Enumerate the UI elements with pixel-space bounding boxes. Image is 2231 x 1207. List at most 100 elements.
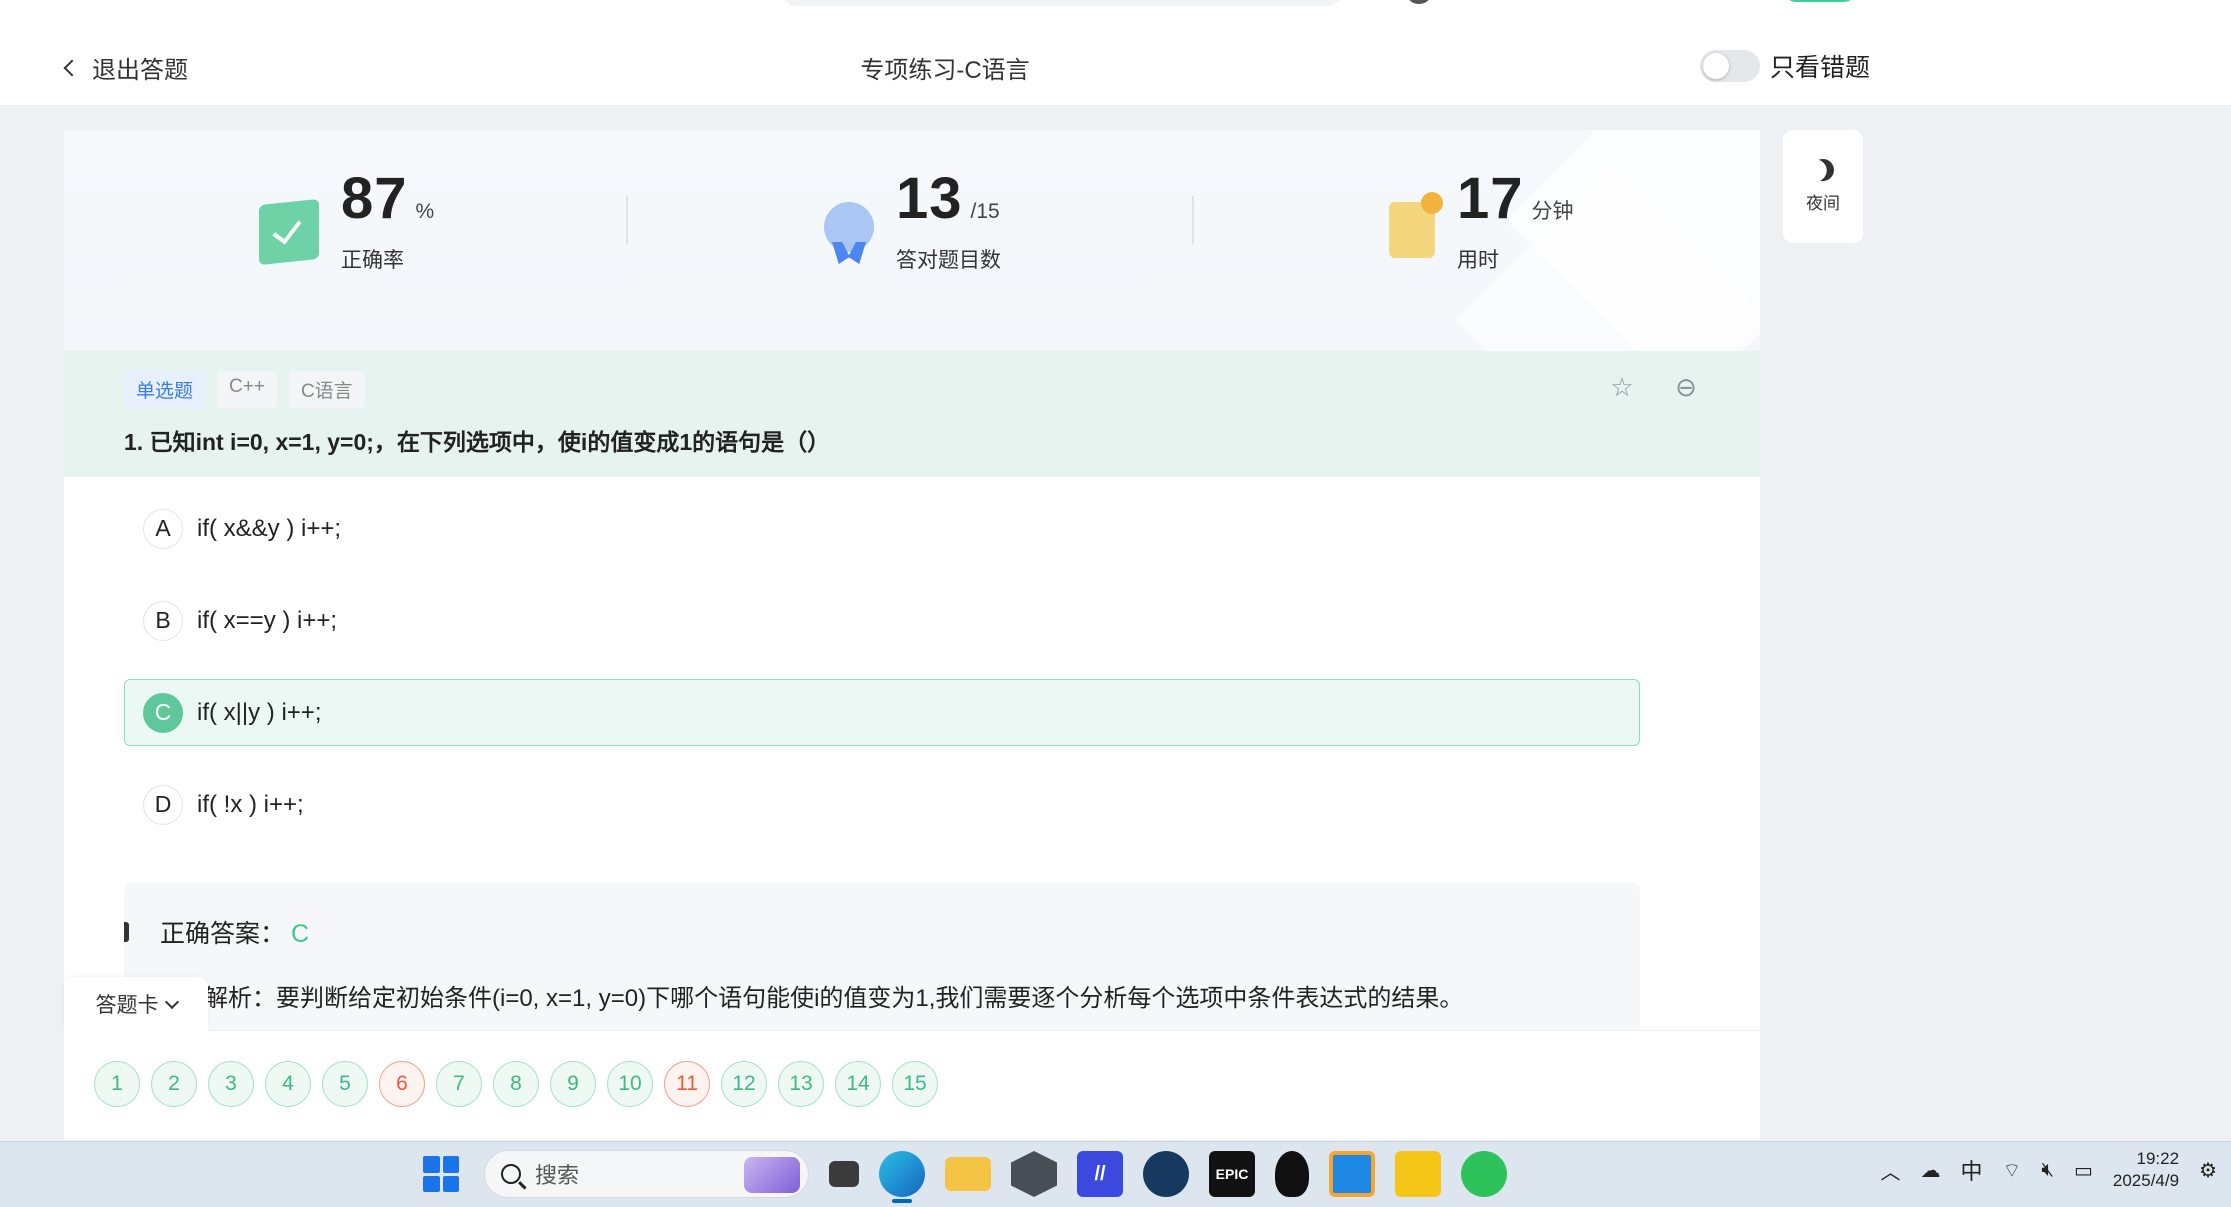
search-icon — [501, 1164, 521, 1184]
minus-circle-icon[interactable]: ⊖ — [1672, 373, 1700, 401]
question-number-1[interactable]: 1 — [94, 1061, 140, 1107]
question-header: 单选题 C++ C语言 ☆ ⊖ 1. 已知int i=0, x=1, y=0;，… — [64, 351, 1760, 477]
clock[interactable]: 19:22 2025/4/9 — [2113, 1148, 2179, 1192]
cloud-icon[interactable]: ☁ — [1921, 1158, 1941, 1183]
question-tags: 单选题 C++ C语言 — [124, 371, 365, 408]
question-number-5[interactable]: 5 — [322, 1061, 368, 1107]
answer-sheet: 1 2 3 4 5 6 7 8 9 10 11 12 13 14 15 — [64, 1030, 1760, 1140]
stats-panel: 87% 正确率 13/15 答对题目数 17 分钟 用时 — [64, 130, 1760, 351]
answer-sheet-toggle[interactable]: 答题卡 — [64, 977, 208, 1031]
time-unit: 分钟 — [1531, 200, 1574, 223]
question-number-list: 1 2 3 4 5 6 7 8 9 10 11 12 13 14 15 — [94, 1061, 938, 1107]
correct-count-value: 13 — [896, 166, 963, 231]
question-number-13[interactable]: 13 — [778, 1061, 824, 1107]
accuracy-label: 正确率 — [341, 249, 404, 272]
site-action-pill[interactable] — [1785, 0, 1855, 2]
answer-analysis: 解析：要判断给定初始条件(i=0, x=1, y=0)下哪个语句能使i的值变为1… — [204, 985, 1464, 1012]
question-actions: ☆ ⊖ — [1608, 373, 1700, 401]
check-icon — [259, 198, 319, 266]
steam-icon[interactable] — [1143, 1151, 1189, 1197]
question-number-14[interactable]: 14 — [835, 1061, 881, 1107]
correct-answer: 正确答案： C — [160, 914, 309, 950]
app-hexagon-icon[interactable] — [1011, 1151, 1057, 1197]
question-number-6[interactable]: 6 — [379, 1061, 425, 1107]
accuracy-stat: 87% 正确率 — [259, 170, 434, 274]
question-number-7[interactable]: 7 — [436, 1061, 482, 1107]
chevron-up-icon[interactable]: ︿ — [1881, 1156, 1901, 1185]
correct-count-label: 答对题目数 — [896, 249, 1001, 272]
question-number-15[interactable]: 15 — [892, 1061, 938, 1107]
divider — [626, 196, 628, 244]
taskbar-search-placeholder: 搜索 — [535, 1163, 580, 1188]
wifi-icon[interactable]: ⌔ — [2003, 1158, 2022, 1183]
option-a[interactable]: A if( x&&y ) i++; — [124, 495, 1640, 562]
correct-count-stat: 13/15 答对题目数 — [824, 170, 1001, 274]
question-number-8[interactable]: 8 — [493, 1061, 539, 1107]
quiz-card: 87% 正确率 13/15 答对题目数 17分钟 用时 单选题 C++ C语言 — [64, 130, 1760, 1140]
toggle-knob — [1703, 53, 1729, 79]
taskbar-search[interactable]: 搜索 — [484, 1150, 809, 1198]
option-letter: C — [143, 692, 183, 733]
battery-icon[interactable]: ▭ — [2074, 1158, 2093, 1183]
taskbar-apps: 搜索 // EPIC — [418, 1150, 1507, 1203]
answer-marker — [124, 922, 129, 942]
chevron-down-icon — [164, 994, 179, 1010]
app-slash-icon[interactable]: // — [1077, 1151, 1123, 1197]
medal-icon — [824, 202, 874, 252]
wrong-only-toggle[interactable]: 只看错题 — [1700, 48, 1870, 84]
time-label: 用时 — [1457, 249, 1499, 272]
question-number-9[interactable]: 9 — [550, 1061, 596, 1107]
option-text: if( x&&y ) i++; — [197, 514, 342, 542]
task-view-icon[interactable] — [829, 1161, 859, 1187]
option-letter: D — [143, 784, 183, 825]
volume-muted-icon[interactable]: 🔇︎ — [2041, 1159, 2054, 1182]
option-text: if( x||y ) i++; — [197, 698, 322, 726]
clock-time: 19:22 — [2136, 1149, 2180, 1168]
app-yellow-icon[interactable] — [1395, 1151, 1441, 1197]
question-number-11[interactable]: 11 — [664, 1061, 710, 1107]
correct-count-total: /15 — [970, 200, 1000, 223]
qq-penguin-icon[interactable] — [1275, 1151, 1309, 1197]
notification-icon[interactable]: ⚙ — [2199, 1158, 2217, 1183]
site-search-box[interactable] — [780, 0, 1345, 6]
clock-date: 2025/4/9 — [2112, 1171, 2180, 1190]
time-value: 17 — [1457, 166, 1524, 231]
search-highlight-image — [744, 1157, 800, 1193]
correct-answer-label: 正确答案： — [160, 920, 286, 948]
edge-browser-icon[interactable] — [879, 1151, 925, 1203]
quiz-header: 退出答题 专项练习-C语言 只看错题 — [0, 22, 2231, 106]
question-number-10[interactable]: 10 — [607, 1061, 653, 1107]
app-window-icon[interactable] — [1329, 1151, 1375, 1197]
star-icon[interactable]: ☆ — [1608, 373, 1636, 401]
avatar[interactable] — [1408, 0, 1430, 4]
question-number-2[interactable]: 2 — [151, 1061, 197, 1107]
option-c[interactable]: C if( x||y ) i++; — [124, 679, 1640, 746]
file-explorer-icon[interactable] — [945, 1157, 991, 1191]
option-d[interactable]: D if( !x ) i++; — [124, 771, 1640, 838]
tag-c-language: C语言 — [288, 371, 365, 408]
option-text: if( x==y ) i++; — [197, 606, 338, 634]
os-taskbar: 搜索 // EPIC ︿ ☁ 中 ⌔ 🔇︎ ▭ 19:22 2025/4/9 ⚙ — [0, 1141, 2231, 1207]
time-stat: 17 分钟 用时 — [1389, 170, 1574, 274]
toggle-switch[interactable] — [1700, 50, 1760, 82]
site-top-bar — [0, 0, 2231, 22]
divider — [1192, 196, 1194, 244]
question-number-3[interactable]: 3 — [208, 1061, 254, 1107]
night-mode-button[interactable]: 夜间 — [1783, 130, 1863, 243]
page-title: 专项练习-C语言 — [860, 57, 1030, 84]
question-number-12[interactable]: 12 — [721, 1061, 767, 1107]
wrong-only-label: 只看错题 — [1770, 54, 1871, 82]
option-list: A if( x&&y ) i++; B if( x==y ) i++; C if… — [124, 495, 1640, 863]
question-number-4[interactable]: 4 — [265, 1061, 311, 1107]
option-letter: A — [143, 508, 183, 549]
ime-indicator[interactable]: 中 — [1961, 1154, 1983, 1186]
accuracy-value: 87 — [341, 166, 408, 231]
wechat-icon[interactable] — [1461, 1151, 1507, 1197]
option-b[interactable]: B if( x==y ) i++; — [124, 587, 1640, 654]
option-letter: B — [143, 600, 183, 641]
moon-icon — [1809, 156, 1837, 184]
epic-games-icon[interactable]: EPIC — [1209, 1151, 1255, 1197]
night-mode-label: 夜间 — [1806, 194, 1840, 213]
windows-start-icon[interactable] — [418, 1151, 464, 1197]
answer-sheet-label: 答题卡 — [95, 994, 159, 1017]
